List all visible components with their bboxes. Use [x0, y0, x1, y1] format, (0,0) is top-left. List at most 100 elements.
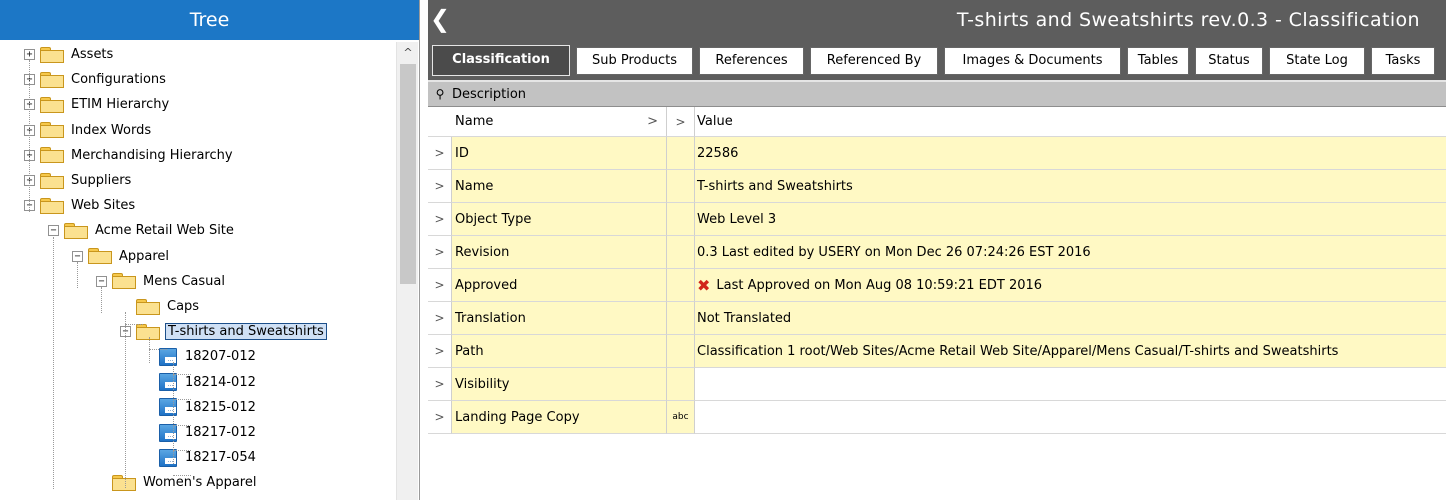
tree-connector-line — [125, 312, 126, 488]
row-expand-arrow-icon[interactable]: > — [428, 368, 452, 401]
tree-product-item[interactable]: … 18214-012 — [144, 370, 258, 395]
tab-sub-products[interactable]: Sub Products — [576, 47, 693, 75]
attribute-type-icon — [667, 335, 695, 368]
folder-icon — [135, 298, 161, 316]
tree-item-label[interactable]: Suppliers — [69, 172, 133, 189]
attribute-name: Landing Page Copy — [452, 401, 667, 434]
attribute-row[interactable]: > Path Classification 1 root/Web Sites/Acm… — [428, 335, 1446, 368]
attribute-value[interactable]: Web Level 3 — [695, 203, 1446, 236]
tree-item-label[interactable]: Assets — [69, 46, 115, 63]
tree-item-label[interactable]: Merchandising Hierarchy — [69, 147, 235, 164]
tree-header: Tree — [0, 0, 419, 40]
scroll-thumb[interactable] — [400, 64, 416, 284]
row-expand-arrow-icon[interactable]: > — [428, 137, 452, 170]
tab-label: Tasks — [1385, 53, 1421, 68]
tree-item-label[interactable]: Caps — [165, 298, 201, 315]
row-expand-arrow-icon[interactable]: > — [428, 269, 452, 302]
tab-status[interactable]: Status — [1195, 47, 1263, 75]
section-header[interactable]: ⚲ Description — [428, 82, 1446, 107]
expand-icon[interactable]: + — [24, 49, 35, 60]
attribute-row[interactable]: > ID 22586 — [428, 137, 1446, 170]
attribute-value[interactable]: T-shirts and Sweatshirts — [695, 170, 1446, 203]
tree-item-label[interactable]: T-shirts and Sweatshirts — [165, 323, 327, 341]
folder-icon — [39, 172, 65, 190]
attribute-value[interactable]: Classification 1 root/Web Sites/Acme Ret… — [695, 335, 1446, 368]
attribute-value[interactable]: ✖ Last Approved on Mon Aug 08 10:59:21 ED… — [695, 269, 1446, 302]
folder-icon — [111, 474, 137, 492]
row-expand-arrow-icon[interactable]: > — [428, 401, 452, 434]
collapse-icon[interactable]: − — [72, 250, 83, 262]
tree-connector-line — [125, 324, 143, 325]
tree-item-label[interactable]: Women's Apparel — [141, 474, 258, 491]
row-expand-arrow-icon[interactable]: > — [428, 335, 452, 368]
tree-product-item[interactable]: … 18215-012 — [144, 395, 258, 420]
tree-item-label[interactable]: Acme Retail Web Site — [93, 222, 236, 239]
tab-state-log[interactable]: State Log — [1269, 47, 1365, 75]
attribute-row[interactable]: > Revision 0.3 Last edited by USERY on Mon… — [428, 236, 1446, 269]
tree-folder-item[interactable]: Caps — [120, 294, 201, 319]
tree-product-item[interactable]: … 18217-054 — [144, 445, 258, 470]
tab-tasks[interactable]: Tasks — [1371, 47, 1435, 75]
tab-references[interactable]: References — [699, 47, 804, 75]
tree-folder-item[interactable]: − T-shirts and Sweatshirts — [120, 319, 327, 344]
tree-connector-line — [173, 450, 191, 451]
attribute-row[interactable]: > Object Type Web Level 3 — [428, 203, 1446, 236]
tree-product-item[interactable]: … 18217-012 — [144, 420, 258, 445]
attribute-value[interactable]: Not Translated — [695, 302, 1446, 335]
grid-header-value[interactable]: Value — [695, 107, 1446, 137]
tree-item-label[interactable]: Index Words — [69, 122, 153, 139]
collapse-icon[interactable]: − — [96, 275, 107, 287]
tree-folder-item[interactable]: + Index Words — [24, 118, 153, 143]
tree-item-label[interactable]: Web Sites — [69, 197, 137, 214]
tab-tables[interactable]: Tables — [1127, 47, 1189, 75]
tree-folder-item[interactable]: + ETIM Hierarchy — [24, 92, 171, 117]
tab-images-documents[interactable]: Images & Documents — [944, 47, 1121, 75]
attribute-name: Object Type — [452, 203, 667, 236]
grid-header-name[interactable]: Name > — [452, 107, 667, 137]
tree-item-label[interactable]: 18207-012 — [183, 348, 258, 365]
tree-item-label[interactable]: Configurations — [69, 71, 168, 88]
row-expand-arrow-icon[interactable]: > — [428, 203, 452, 236]
attribute-value[interactable]: 0.3 Last edited by USERY on Mon Dec 26 0… — [695, 236, 1446, 269]
tree-folder-item[interactable]: + Suppliers — [24, 168, 133, 193]
row-expand-arrow-icon[interactable]: > — [428, 302, 452, 335]
attribute-row[interactable]: > Approved ✖ Last Approved on Mon Aug 08 10… — [428, 269, 1446, 302]
attribute-type-icon — [667, 203, 695, 236]
tree-folder-item[interactable]: − Apparel — [72, 244, 171, 269]
tree-item-label[interactable]: 18215-012 — [183, 399, 258, 416]
scroll-up-icon[interactable]: ^ — [397, 42, 419, 64]
attribute-row[interactable]: > Visibility — [428, 368, 1446, 401]
back-arrow-icon[interactable]: ❮ — [430, 4, 452, 34]
grid-header-type[interactable]: > — [667, 107, 695, 137]
tree-item-label[interactable]: 18217-012 — [183, 424, 258, 441]
attribute-value-text: 22586 — [697, 146, 739, 161]
attribute-value[interactable] — [695, 368, 1446, 401]
attribute-row[interactable]: > Translation Not Translated — [428, 302, 1446, 335]
tree-item-label[interactable]: 18217-054 — [183, 449, 258, 466]
tree-folder-item[interactable]: − Acme Retail Web Site — [48, 218, 236, 243]
tree-folder-item[interactable]: + Merchandising Hierarchy — [24, 143, 235, 168]
attribute-row[interactable]: > Name T-shirts and Sweatshirts — [428, 170, 1446, 203]
attribute-row[interactable]: > Landing Page Copy abc — [428, 401, 1446, 434]
tree-folder-item[interactable]: − Mens Casual — [96, 269, 227, 294]
tree-item-label[interactable]: Mens Casual — [141, 273, 227, 290]
tree-scrollbar[interactable]: ^ — [396, 42, 418, 500]
tree-folder-item[interactable]: + Assets — [24, 42, 115, 67]
attribute-value-text: Last Approved on Mon Aug 08 10:59:21 EDT… — [716, 278, 1043, 293]
tree-folder-item[interactable]: − Web Sites — [24, 193, 137, 218]
attribute-value[interactable]: 22586 — [695, 137, 1446, 170]
attribute-value[interactable] — [695, 401, 1446, 434]
tab-referenced-by[interactable]: Referenced By — [810, 47, 938, 75]
tree-item-label[interactable]: Apparel — [117, 248, 171, 265]
main-panel: ❮ T-shirts and Sweatshirts rev.0.3 - Cla… — [428, 0, 1446, 500]
row-expand-arrow-icon[interactable]: > — [428, 236, 452, 269]
row-expand-arrow-icon[interactable]: > — [428, 170, 452, 203]
pin-icon[interactable]: ⚲ — [434, 86, 446, 102]
collapse-icon[interactable]: − — [48, 225, 59, 237]
tree-folder-item[interactable]: + Configurations — [24, 67, 168, 92]
tree-item-label[interactable]: 18214-012 — [183, 374, 258, 391]
header-name-arrow-icon[interactable]: > — [647, 107, 658, 136]
tab-classification[interactable]: Classification — [432, 45, 570, 76]
folder-icon — [135, 323, 161, 341]
tree-item-label[interactable]: ETIM Hierarchy — [69, 96, 171, 113]
